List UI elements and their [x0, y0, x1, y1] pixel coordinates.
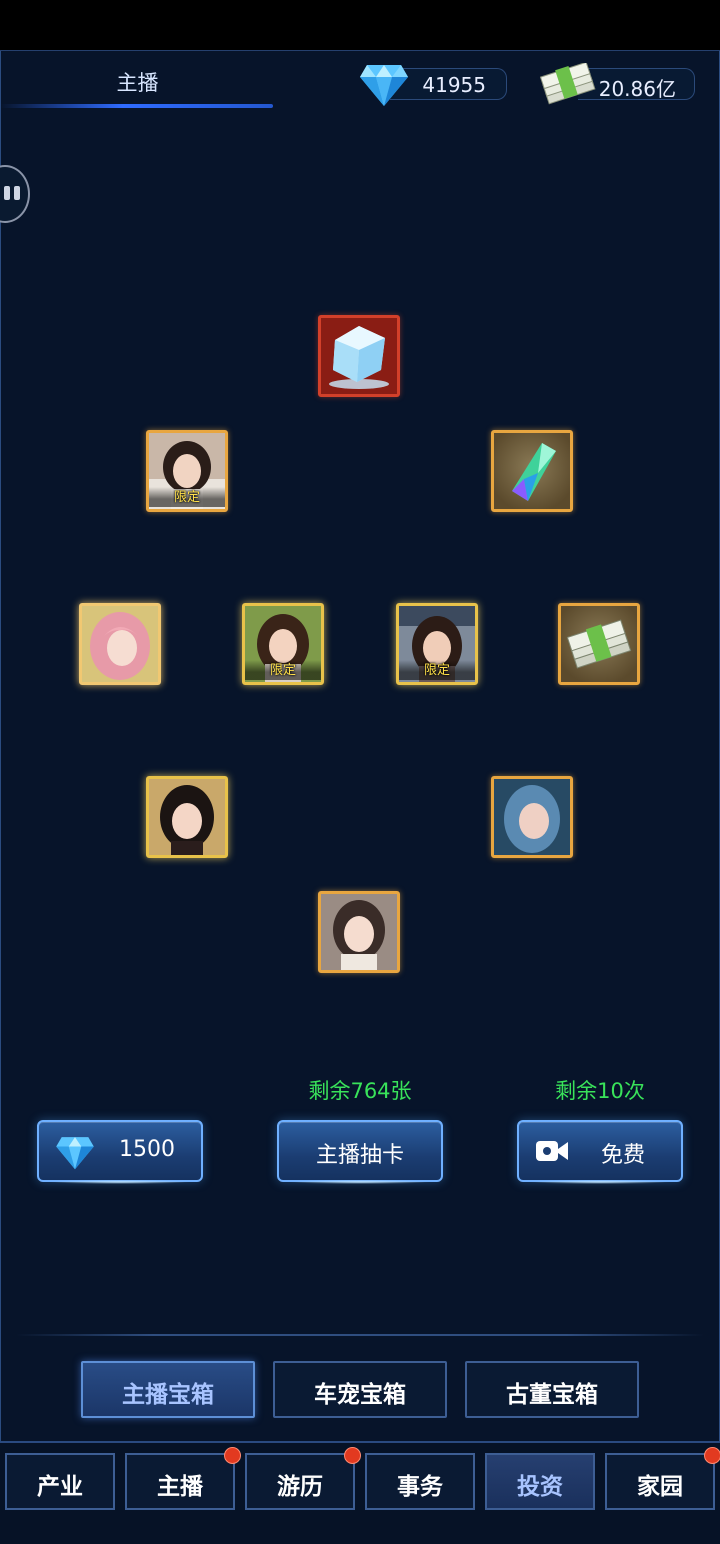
nav-home[interactable]: 家园: [605, 1447, 720, 1510]
prize-ice-cube[interactable]: [318, 315, 400, 397]
streamer-portrait: [149, 779, 225, 855]
divider: [16, 1334, 704, 1336]
streamer-draw-button[interactable]: 主播抽卡: [277, 1120, 443, 1184]
limited-tag: 限定: [423, 663, 450, 678]
notification-dot: [344, 1447, 361, 1464]
free-draw-button[interactable]: 免费: [517, 1120, 683, 1184]
page-title: 主播: [116, 71, 159, 95]
bottom-nav: 产业 主播 游历 事务 投资 家园: [0, 1441, 720, 1544]
tab-antique-box[interactable]: 古董宝箱: [465, 1361, 639, 1418]
pause-button[interactable]: [0, 165, 30, 223]
prize-streamer-3[interactable]: [146, 776, 228, 858]
nav-streamer[interactable]: 主播: [125, 1447, 241, 1510]
prize-streamer-limited-1[interactable]: 限定: [146, 430, 228, 512]
status-bar: [0, 0, 720, 50]
pause-icon: [4, 186, 10, 200]
prize-streamer-limited-2[interactable]: 限定: [242, 603, 324, 685]
prize-cash[interactable]: [558, 603, 640, 685]
page-title-tab[interactable]: 主播: [0, 51, 275, 111]
cash-count: 20.86亿: [598, 77, 676, 101]
cash-stack-icon: [540, 63, 596, 105]
prize-streamer-limited-3[interactable]: 限定: [396, 603, 478, 685]
tab-car-pet-box[interactable]: 车宠宝箱: [273, 1361, 447, 1418]
nav-invest[interactable]: 投资: [485, 1453, 595, 1510]
crystal-shard-icon: [512, 443, 556, 501]
streamer-portrait: [82, 606, 158, 682]
nav-affairs[interactable]: 事务: [365, 1453, 475, 1510]
nav-travel[interactable]: 游历: [245, 1447, 361, 1510]
diamond-cost-label: 1500: [119, 1137, 175, 1162]
diamond-draw-button[interactable]: 1500: [37, 1120, 203, 1184]
prize-crystal[interactable]: [491, 430, 573, 512]
prize-streamer-4[interactable]: [491, 776, 573, 858]
remaining-cards-text: 剩余764张: [308, 1079, 412, 1103]
remaining-free-text: 剩余10次: [555, 1079, 645, 1103]
diamond-icon: [56, 1137, 94, 1170]
video-camera-icon: [536, 1141, 568, 1161]
title-underline: [0, 104, 273, 108]
diamond-count: 41955: [422, 73, 486, 97]
app-screen: 主播 41955 20.86亿 限定 限定 限定 剩余764张 剩余10次 15…: [0, 50, 720, 1544]
streamer-portrait: [494, 779, 570, 855]
draw-label: 主播抽卡: [315, 1143, 404, 1168]
notification-dot: [224, 1447, 241, 1464]
nav-industry[interactable]: 产业: [5, 1453, 115, 1510]
tab-streamer-box[interactable]: 主播宝箱: [81, 1361, 255, 1418]
limited-tag: 限定: [269, 663, 296, 678]
free-label: 免费: [601, 1143, 646, 1168]
limited-tag: 限定: [173, 490, 200, 505]
diamond-icon: [360, 65, 408, 106]
streamer-portrait: [321, 894, 397, 970]
prize-streamer-5[interactable]: [318, 891, 400, 973]
ice-cube-icon: [321, 318, 397, 394]
prize-streamer-2[interactable]: [79, 603, 161, 685]
cash-stack-icon: [566, 619, 632, 669]
notification-dot: [704, 1447, 720, 1464]
